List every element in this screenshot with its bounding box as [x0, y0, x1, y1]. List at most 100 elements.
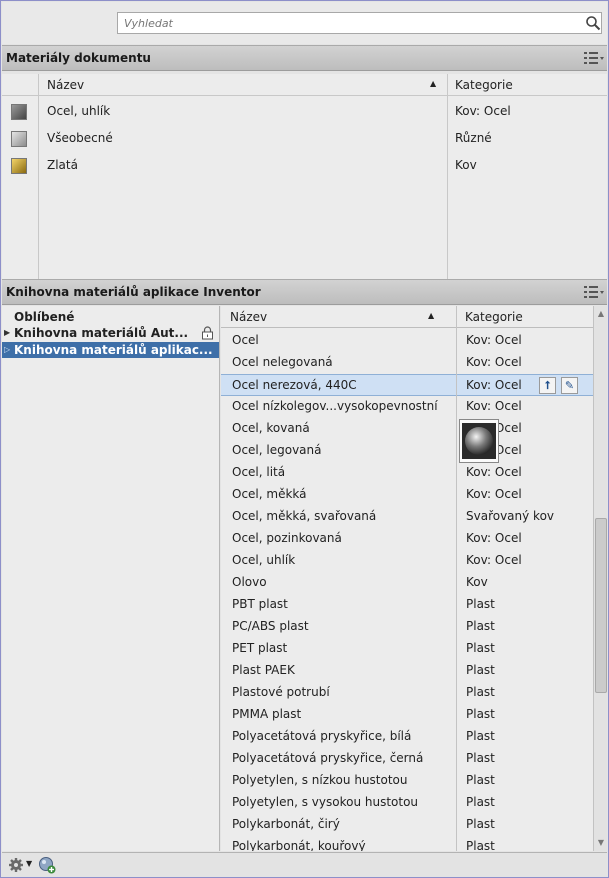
library-material-row[interactable]: PET plast Plast [221, 638, 593, 660]
library-material-row[interactable]: Ocel, měkká Kov: Ocel [221, 484, 593, 506]
tree-item-autodesk-library[interactable]: ▶ Knihovna materiálů Aut... [2, 325, 219, 341]
library-material-row[interactable]: PBT plast Plast [221, 594, 593, 616]
library-material-row[interactable]: Ocel nerezová, 440C Kov: Ocel ⭡ ✎ [221, 374, 593, 396]
library-material-row[interactable]: Polyacetátová pryskyřice, černá Plast [221, 748, 593, 770]
material-preview-thumbnail [459, 419, 499, 463]
material-name: Zlatá [47, 158, 78, 172]
material-category: Plast [466, 795, 495, 809]
lock-icon [202, 326, 213, 340]
material-category: Kov [455, 158, 477, 172]
material-browser: Materiály dokumentu Název ▲ Kategorie Oc… [0, 0, 609, 878]
library-material-row[interactable]: PMMA plast Plast [221, 704, 593, 726]
add-to-document-icon[interactable]: ⭡ [539, 377, 556, 394]
library-material-row[interactable]: Ocel, uhlík Kov: Ocel [221, 550, 593, 572]
library-material-row[interactable]: Ocel nízkolegov...vysokopevnostní Kov: Oc… [221, 396, 593, 418]
material-name: PBT plast [232, 597, 288, 611]
material-name: Ocel, uhlík [47, 104, 111, 118]
search-input[interactable] [117, 12, 602, 34]
material-name: PET plast [232, 641, 288, 655]
library-material-row[interactable]: Polyacetátová pryskyřice, bílá Plast [221, 726, 593, 748]
library-header: Knihovna materiálů aplikace Inventor [2, 279, 607, 305]
library-material-row[interactable]: Polyetylen, s nízkou hustotou Plast [221, 770, 593, 792]
library-material-row[interactable]: PC/ABS plast Plast [221, 616, 593, 638]
list-view-icon[interactable] [583, 50, 605, 66]
scroll-up-arrow-icon[interactable]: ▲ [595, 308, 607, 320]
document-materials-title: Materiály dokumentu [6, 51, 151, 65]
column-category-header[interactable]: Kategorie [465, 310, 523, 324]
material-name: PMMA plast [232, 707, 302, 721]
gear-icon[interactable] [8, 857, 24, 873]
material-name: Ocel, legovaná [232, 443, 322, 457]
library-material-row[interactable]: Plast PAEK Plast [221, 660, 593, 682]
material-category: Plast [466, 751, 495, 765]
material-name: Polykarbonát, čirý [232, 817, 340, 831]
material-name: Ocel, měkká [232, 487, 307, 501]
library-material-row[interactable]: Ocel, pozinkovaná Kov: Ocel [221, 528, 593, 550]
document-material-row[interactable]: Ocel, uhlík Kov: Ocel [2, 100, 607, 124]
document-materials-header: Materiály dokumentu [2, 45, 607, 71]
add-material-icon[interactable] [38, 856, 56, 874]
material-category: Kov: Ocel [466, 553, 522, 567]
column-category-header[interactable]: Kategorie [455, 78, 513, 92]
material-name: Ocel, uhlík [232, 553, 296, 567]
material-name: Ocel nelegovaná [232, 355, 333, 369]
library-scrollbar[interactable]: ▲ ▼ [593, 306, 607, 851]
library-material-row[interactable]: Ocel nelegovaná Kov: Ocel [221, 352, 593, 374]
gear-dropdown-icon[interactable]: ▼ [26, 859, 32, 868]
material-category: Kov: Ocel [466, 378, 522, 392]
library-title: Knihovna materiálů aplikace Inventor [6, 285, 261, 299]
material-category: Plast [466, 729, 495, 743]
material-name: Polyacetátová pryskyřice, bílá [232, 729, 412, 743]
library-tree: Oblíbené ▶ Knihovna materiálů Aut... ▷ K… [2, 306, 220, 851]
material-category: Kov: Ocel [466, 531, 522, 545]
material-name: Ocel, litá [232, 465, 286, 479]
library-material-row[interactable]: Polykarbonát, čirý Plast [221, 814, 593, 836]
material-category: Kov: Ocel [455, 104, 511, 118]
material-category: Kov: Ocel [466, 487, 522, 501]
material-category: Svařovaný kov [466, 509, 555, 523]
list-view-icon[interactable] [583, 284, 605, 300]
library-material-row[interactable]: Ocel Kov: Ocel [221, 330, 593, 352]
library-material-row[interactable]: Plastové potrubí Plast [221, 682, 593, 704]
sort-ascending-icon: ▲ [428, 311, 435, 320]
scroll-down-arrow-icon[interactable]: ▼ [595, 837, 607, 849]
material-name: PC/ABS plast [232, 619, 309, 633]
material-swatch-icon [11, 158, 27, 174]
material-category: Plast [466, 663, 495, 677]
edit-material-icon[interactable]: ✎ [561, 377, 578, 394]
search-bar [2, 2, 607, 44]
material-category: Plast [466, 707, 495, 721]
browser-footer: ▼ [2, 852, 607, 877]
tree-item-inventor-library[interactable]: ▷ Knihovna materiálů aplikac... [2, 342, 219, 358]
library-material-row[interactable]: Olovo Kov [221, 572, 593, 594]
material-swatch-icon [11, 104, 27, 120]
material-name: Plastové potrubí [232, 685, 330, 699]
material-name: Ocel nízkolegov...vysokopevnostní [232, 399, 438, 413]
document-material-row[interactable]: Zlatá Kov [2, 154, 607, 178]
material-category: Plast [466, 641, 495, 655]
material-name: Ocel, kovaná [232, 421, 310, 435]
library-material-row[interactable]: Ocel, legovanáKov: Ocel [221, 440, 593, 462]
material-name: Ocel [232, 333, 259, 347]
document-material-row[interactable]: Všeobecné Různé [2, 127, 607, 151]
column-name-header[interactable]: Název [47, 78, 84, 92]
library-material-row[interactable]: Ocel, kovanáKov: Ocel [221, 418, 593, 440]
material-category: Plast [466, 817, 495, 831]
library-material-row[interactable]: Polykarbonát, kouřový Plast [221, 836, 593, 851]
tree-favorites[interactable]: Oblíbené [14, 310, 74, 324]
expand-arrow-icon[interactable]: ▶ [4, 328, 10, 337]
material-category: Plast [466, 685, 495, 699]
library-material-row[interactable]: Ocel, litá Kov: Ocel [221, 462, 593, 484]
library-material-row[interactable]: Polyetylen, s vysokou hustotou Plast [221, 792, 593, 814]
material-category: Kov: Ocel [466, 333, 522, 347]
material-category: Plast [466, 839, 495, 851]
scrollbar-thumb[interactable] [595, 518, 607, 693]
material-name: Plast PAEK [232, 663, 295, 677]
expand-arrow-icon[interactable]: ▷ [4, 345, 10, 354]
material-name: Všeobecné [47, 131, 113, 145]
column-name-header[interactable]: Název [230, 310, 267, 324]
material-category: Kov [466, 575, 488, 589]
library-materials-list: Název ▲ Kategorie Ocel Kov: Ocel Ocel nele… [221, 306, 593, 851]
search-icon[interactable] [585, 15, 601, 31]
library-material-row[interactable]: Ocel, měkká, svařovaná Svařovaný kov [221, 506, 593, 528]
